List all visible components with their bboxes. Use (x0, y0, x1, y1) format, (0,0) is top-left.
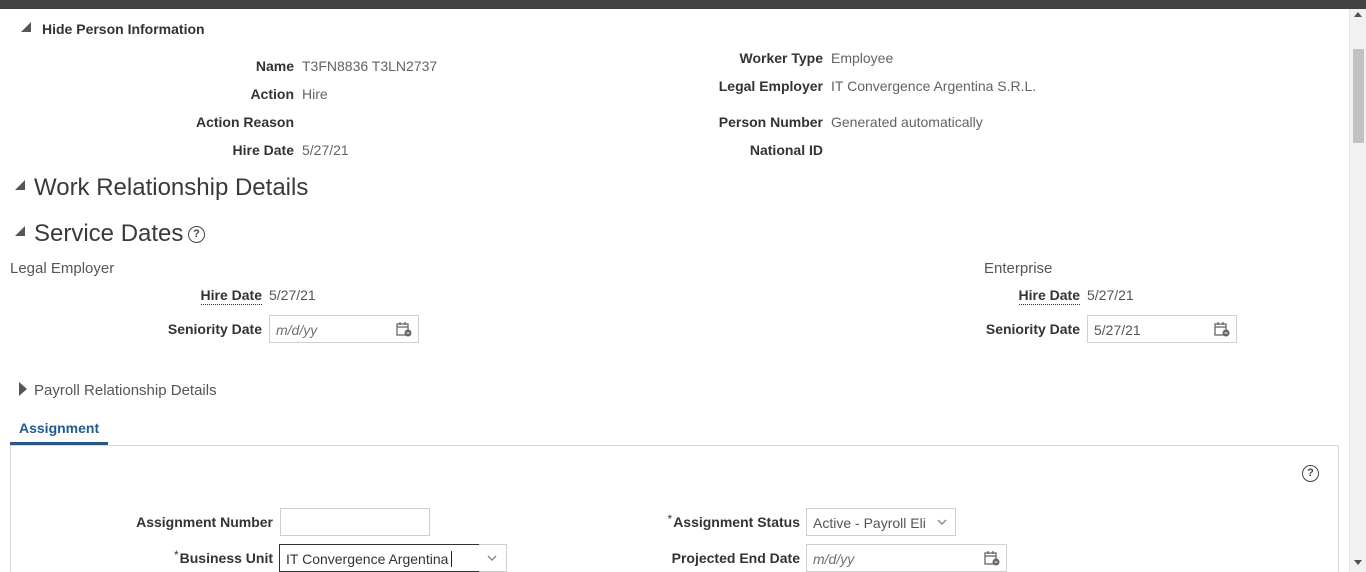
name-label: Name (255, 58, 294, 74)
assignment-number-input[interactable] (280, 508, 430, 536)
assignment-status-value: Active - Payroll Eli (813, 515, 926, 531)
business-unit-label: Business Unit (179, 550, 273, 566)
le-seniority-placeholder: m/d/yy (276, 322, 318, 338)
hire-date-value: 5/27/21 (302, 142, 349, 158)
scroll-down-icon[interactable] (1354, 560, 1362, 565)
person-number-value: Generated automatically (831, 114, 983, 130)
business-unit-label-wrap: *Business Unit (173, 548, 273, 566)
action-reason-label: Action Reason (195, 114, 294, 130)
le-hire-date-label[interactable]: Hire Date (200, 287, 262, 305)
projected-end-date-input[interactable]: m/d/yy (806, 544, 1007, 572)
action-value: Hire (302, 86, 328, 102)
ent-hire-date-label[interactable]: Hire Date (1018, 287, 1080, 305)
scroll-up-icon[interactable] (1354, 12, 1362, 17)
ent-seniority-value: 5/27/21 (1094, 322, 1141, 338)
ent-seniority-date-label: Seniority Date (985, 321, 1080, 337)
ent-hire-date-value: 5/27/21 (1087, 287, 1134, 303)
service-dates-collapse-icon[interactable] (15, 226, 25, 236)
projected-end-date-label: Projected End Date (671, 550, 800, 566)
person-number-label: Person Number (718, 114, 823, 130)
worker-type-value: Employee (831, 50, 894, 66)
calendar-icon[interactable] (984, 550, 1000, 566)
text-caret (451, 551, 452, 567)
top-bar (0, 0, 1366, 9)
calendar-icon[interactable] (396, 321, 412, 337)
required-mark: * (667, 512, 673, 526)
assignment-status-label-wrap: *Assignment Status (667, 512, 800, 530)
projected-end-placeholder: m/d/yy (813, 551, 855, 567)
collapse-triangle-icon[interactable] (21, 22, 31, 32)
assignment-status-select[interactable]: Active - Payroll Eli (806, 508, 956, 536)
assignment-status-label: Assignment Status (673, 514, 800, 530)
chevron-down-icon[interactable] (934, 514, 950, 530)
legal-employer-value: IT Convergence Argentina S.R.L. (831, 78, 1037, 94)
work-relationship-title[interactable]: Work Relationship Details (34, 174, 308, 202)
vertical-scrollbar[interactable] (1349, 9, 1366, 572)
assignment-help-icon[interactable]: ? (1302, 465, 1319, 482)
business-unit-dropdown[interactable] (479, 544, 507, 572)
calendar-icon[interactable] (1214, 321, 1230, 337)
work-relationship-collapse-icon[interactable] (15, 180, 25, 190)
business-unit-input[interactable]: IT Convergence Argentina (279, 544, 480, 572)
legal-employer-heading: Legal Employer (10, 260, 115, 277)
payroll-expand-icon[interactable] (19, 382, 27, 396)
national-id-label: National ID (749, 142, 823, 158)
assignment-number-label: Assignment Number (136, 514, 273, 530)
service-dates-help-icon[interactable]: ? (188, 226, 205, 243)
enterprise-heading: Enterprise (984, 260, 1053, 277)
legal-employer-label: Legal Employer (718, 78, 823, 94)
action-label: Action (250, 86, 294, 102)
service-dates-title[interactable]: Service Dates (34, 220, 183, 248)
hide-person-info-toggle[interactable]: Hide Person Information (42, 21, 205, 37)
tab-assignment[interactable]: Assignment (19, 420, 99, 436)
hire-date-label: Hire Date (232, 142, 294, 158)
le-seniority-date-input[interactable]: m/d/yy (269, 315, 419, 343)
le-seniority-date-label: Seniority Date (167, 321, 262, 337)
required-mark: * (173, 548, 179, 562)
scroll-thumb[interactable] (1353, 49, 1364, 143)
payroll-relationship-title[interactable]: Payroll Relationship Details (34, 382, 217, 399)
worker-type-label: Worker Type (739, 50, 823, 66)
business-unit-value: IT Convergence Argentina (286, 551, 449, 567)
le-hire-date-value: 5/27/21 (269, 287, 316, 303)
chevron-down-icon[interactable] (484, 550, 500, 566)
name-value: T3FN8836 T3LN2737 (302, 58, 438, 74)
ent-seniority-date-input[interactable]: 5/27/21 (1087, 315, 1237, 343)
